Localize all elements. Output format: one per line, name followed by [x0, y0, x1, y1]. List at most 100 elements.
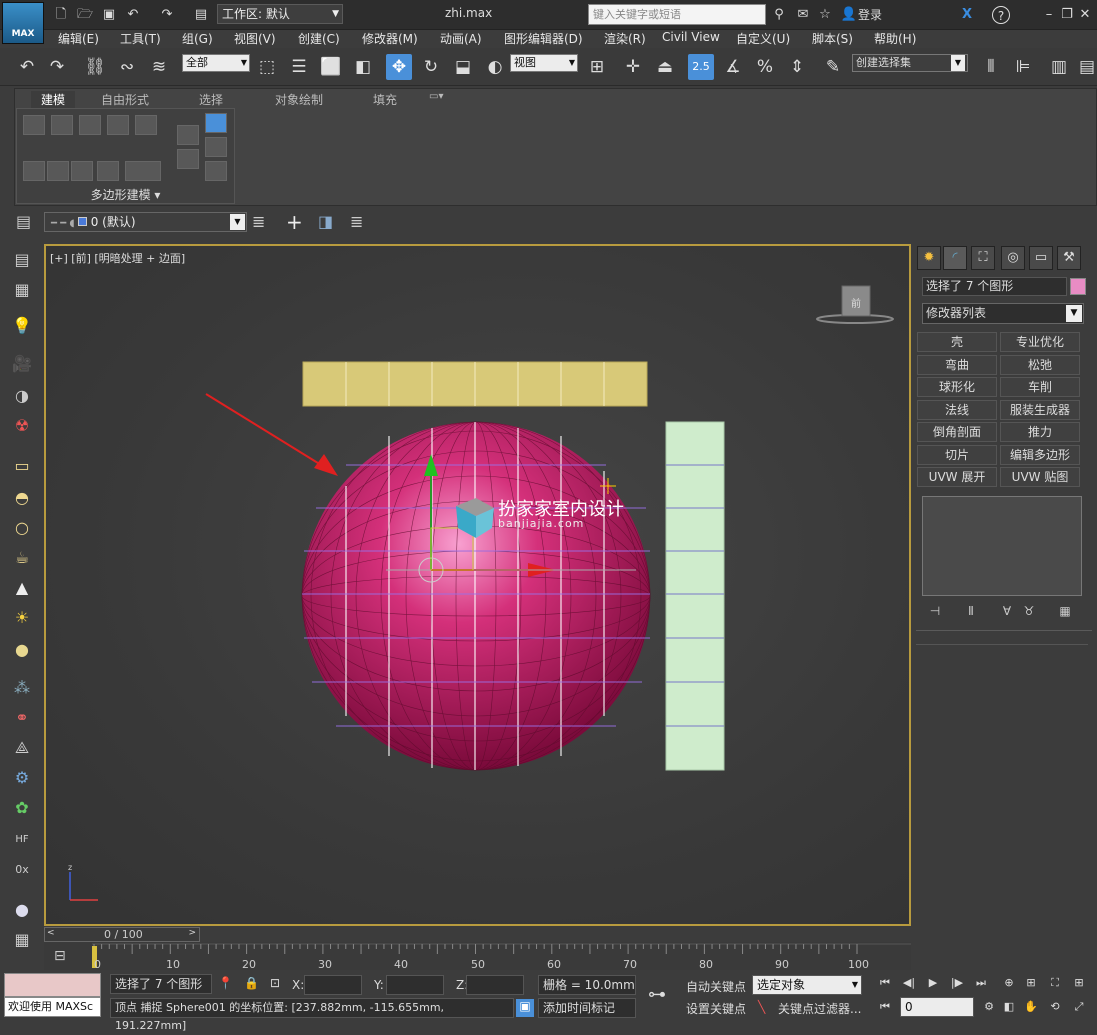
set-current-layer-icon[interactable]: ≣	[350, 212, 372, 234]
reference-coordinate-dropdown[interactable]: 视图 ▼	[510, 54, 578, 72]
repeat-last-icon[interactable]	[71, 161, 93, 181]
make-unique-icon[interactable]: ∀	[998, 604, 1016, 620]
modifier-button[interactable]: 法线	[917, 400, 997, 420]
modifier-button[interactable]: 编辑多边形	[1000, 445, 1080, 465]
menu-create[interactable]: 创建(C)	[298, 30, 340, 47]
modifier-button[interactable]: 切片	[917, 445, 997, 465]
ribbon-options-icon[interactable]: ▭▾	[429, 91, 443, 102]
zoom-extents-icon[interactable]: ⛶	[1044, 974, 1066, 992]
align-icon[interactable]: ⊫	[1010, 54, 1036, 80]
tab-object-paint[interactable]: 对象绘制	[275, 91, 323, 108]
time-configuration-icon[interactable]: ⚙	[978, 998, 1000, 1016]
bind-space-warp-icon[interactable]: ≋	[146, 54, 172, 80]
place-icon[interactable]: ◐	[482, 54, 508, 80]
modifier-button[interactable]: 专业优化	[1000, 332, 1080, 352]
menu-tools[interactable]: 工具(T)	[120, 30, 161, 47]
project-folder-icon[interactable]: ▤	[192, 6, 210, 24]
sphere-object[interactable]	[301, 421, 651, 771]
modifier-stack[interactable]	[922, 496, 1082, 596]
viewport-label[interactable]: [+] [前] [明暗处理 + 边面]	[50, 250, 185, 266]
modifier-button[interactable]: 倒角剖面	[917, 422, 997, 442]
modifier-list-dropdown[interactable]: 修改器列表 ▼	[922, 303, 1084, 324]
side-plane[interactable]	[665, 421, 725, 771]
keyboard-shortcut-override-icon[interactable]: ⏏	[652, 54, 678, 80]
tab-modeling[interactable]: 建模	[31, 91, 76, 108]
redo-icon[interactable]: ↷	[44, 54, 70, 80]
modify-mode-icon[interactable]	[23, 161, 45, 181]
previous-frame-icon[interactable]: ◀|	[898, 974, 920, 992]
minimize-icon[interactable]: –	[1040, 6, 1058, 24]
select-by-name-icon[interactable]: ☰	[286, 54, 312, 80]
tab-populate[interactable]: 填充	[373, 91, 397, 108]
key-mode-dropdown[interactable]: 选定对象 ▼	[752, 975, 862, 995]
dome-icon[interactable]: ●	[10, 638, 34, 662]
isolate-selection-icon[interactable]: 📍	[218, 976, 233, 990]
gear-icon[interactable]: ⚙	[10, 766, 34, 790]
helper-icon[interactable]: ◑	[10, 384, 34, 408]
key-filters-button[interactable]: 关键点过滤器...	[778, 1000, 861, 1017]
material-icon[interactable]: 0x	[10, 858, 34, 882]
pin-stack-icon[interactable]	[177, 149, 199, 169]
window-crossing-icon[interactable]: ◧	[350, 54, 376, 80]
key-mode-toggle-icon[interactable]: ⏮	[874, 998, 896, 1016]
login-link[interactable]: 登录	[858, 6, 882, 23]
camera-icon[interactable]: 🎥	[10, 352, 34, 376]
select-and-scale-icon[interactable]: ⬓	[450, 54, 476, 80]
angle-snap-icon[interactable]: ∡	[720, 54, 746, 80]
set-key-icon[interactable]: ⊶	[648, 984, 666, 1005]
workspace-dropdown[interactable]: 工作区: 默认 ▼	[217, 4, 343, 24]
view-cube[interactable]: 前	[816, 285, 894, 324]
menu-help[interactable]: 帮助(H)	[874, 30, 916, 47]
modify-panel-tab[interactable]: ◜	[943, 246, 967, 270]
select-and-manipulate-icon[interactable]: ✛	[620, 54, 646, 80]
modifier-button[interactable]: 松弛	[1000, 355, 1080, 375]
select-and-rotate-icon[interactable]: ↻	[418, 54, 444, 80]
element-mode-icon[interactable]	[135, 115, 157, 135]
front-viewport[interactable]: 前 z	[44, 244, 911, 926]
maxscript-listener-area[interactable]	[4, 973, 101, 997]
undo-icon[interactable]: ↶	[14, 54, 40, 80]
binoculars-icon[interactable]: ⚲	[770, 6, 788, 24]
scene-explorer-icon[interactable]: ▤	[10, 248, 34, 272]
modifier-button[interactable]: UVW 展开	[917, 467, 997, 487]
layer-explorer-icon[interactable]: ▦	[10, 278, 34, 302]
collapse-stack-icon[interactable]	[125, 161, 161, 181]
motion-panel-tab[interactable]: ◎	[1001, 246, 1025, 270]
render-icon[interactable]: ☢	[10, 414, 34, 438]
menu-modifiers[interactable]: 修改器(M)	[362, 30, 418, 47]
new-file-icon[interactable]: 🗋	[52, 6, 70, 24]
undo-icon[interactable]: ↶	[124, 6, 142, 24]
vertex-mode-icon[interactable]	[23, 115, 45, 135]
pan-view-icon[interactable]: ✋	[1020, 998, 1042, 1016]
modifier-button[interactable]: 推力	[1000, 422, 1080, 442]
selection-filter-dropdown[interactable]: 全部 ▼	[182, 54, 250, 72]
select-and-move-icon[interactable]: ✥	[386, 54, 412, 80]
current-layer-dropdown[interactable]: ━ ━ ◖ 0 (默认) ▼	[44, 212, 247, 232]
sun-icon[interactable]: ☀	[10, 606, 34, 630]
toggle-scene-explorer-icon[interactable]: ▥	[1046, 54, 1072, 80]
search-input[interactable]: 键入关键字或短语	[588, 4, 766, 25]
select-object-icon[interactable]: ⬚	[254, 54, 280, 80]
link-icon[interactable]: ⛓	[82, 54, 108, 80]
go-to-start-icon[interactable]: ⏮	[874, 974, 896, 992]
unlink-icon[interactable]: ∾	[114, 54, 140, 80]
go-to-end-icon[interactable]: ⏭	[970, 974, 992, 992]
molecule-icon[interactable]: ⚭	[10, 706, 34, 730]
remove-modifier-icon[interactable]: ♉	[1020, 604, 1038, 620]
close-icon[interactable]: ✕	[1076, 6, 1094, 24]
hemisphere-icon[interactable]: ◓	[10, 486, 34, 510]
pin-stack-icon[interactable]: ⊣	[926, 604, 944, 620]
zoom-extents-all-icon[interactable]: ⊞	[1068, 974, 1090, 992]
edit-named-selection-icon[interactable]: ✎	[820, 54, 846, 80]
sphere-icon[interactable]: ○	[10, 516, 34, 540]
show-end-result-icon[interactable]: Ⅱ	[962, 604, 980, 620]
z-coordinate-field[interactable]	[466, 975, 524, 995]
create-panel-tab[interactable]: ✹	[917, 246, 941, 270]
selection-lock-icon[interactable]: 🔒	[244, 976, 259, 990]
modifier-button[interactable]: UVW 贴图	[1000, 467, 1080, 487]
border-mode-icon[interactable]	[79, 115, 101, 135]
object-color-swatch[interactable]	[1070, 278, 1086, 295]
help-icon[interactable]: ?	[992, 6, 1010, 24]
polygon-mode-icon[interactable]	[107, 115, 129, 135]
teapot-icon[interactable]: ☕	[10, 546, 34, 570]
